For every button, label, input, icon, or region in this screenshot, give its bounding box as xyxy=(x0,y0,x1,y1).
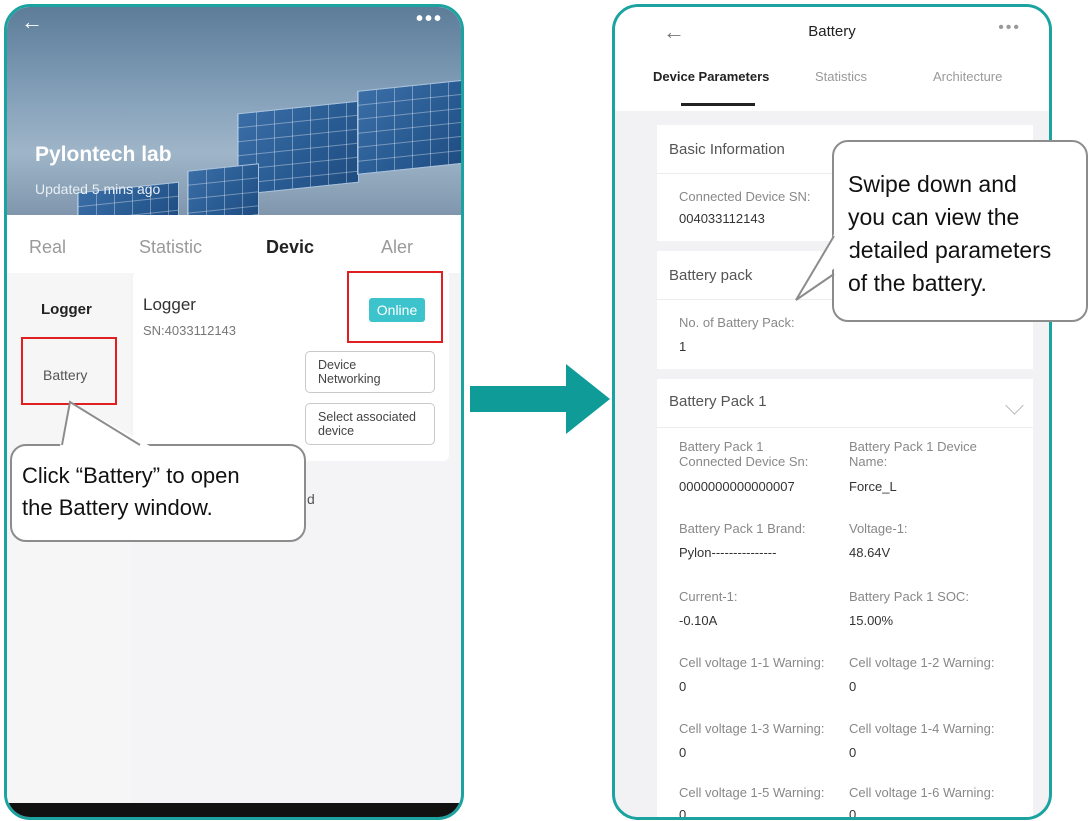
field-value: -0.10A xyxy=(679,613,718,628)
field-label: Battery Pack 1 SOC: xyxy=(849,589,969,604)
field-value: 004033112143 xyxy=(679,211,765,226)
section-heading: Basic Information xyxy=(669,141,785,158)
chevron-down-icon[interactable] xyxy=(1005,396,1024,415)
field-value: 0000000000000007 xyxy=(679,479,795,494)
more-options-icon[interactable]: ••• xyxy=(998,19,1021,37)
field-label: Cell voltage 1-6 Warning: xyxy=(849,785,995,800)
field-label: No. of Battery Pack: xyxy=(679,315,795,330)
field-label: Battery Pack 1 Connected Device Sn: xyxy=(679,439,809,469)
field-label: Battery Pack 1 Device Name: xyxy=(849,439,977,469)
field-value: 48.64V xyxy=(849,545,891,560)
site-hero-image: ← ••• Pylontech lab Updated 5 mins ago xyxy=(7,7,461,215)
field-value: Force_L xyxy=(849,479,897,494)
tab-real[interactable]: Real xyxy=(29,237,66,258)
field-label: Voltage-1: xyxy=(849,521,908,536)
device-name: Logger xyxy=(143,295,196,314)
callout-left-pointer xyxy=(60,400,150,446)
battery-pack-1-section: Battery Pack 1 Battery Pack 1 Connected … xyxy=(657,379,1033,820)
callout-right-pointer xyxy=(795,234,854,301)
solar-panel-image xyxy=(357,79,461,175)
select-associated-device-button[interactable]: Select associated device xyxy=(305,403,435,445)
field-label: Cell voltage 1-3 Warning: xyxy=(679,721,825,736)
field-label: Connected Device SN: xyxy=(679,189,811,204)
online-highlight-box xyxy=(347,271,443,343)
field-value: 0 xyxy=(679,679,687,694)
solar-panel-image xyxy=(187,163,259,215)
field-value: 0 xyxy=(679,745,687,760)
bottom-bar xyxy=(7,803,461,817)
device-tabs: Real Statistic Devic Aler xyxy=(7,215,461,276)
page-title: Battery xyxy=(808,23,856,40)
tab-statistic[interactable]: Statistic xyxy=(139,237,202,258)
more-options-icon[interactable]: ••• xyxy=(416,9,443,29)
field-label: Cell voltage 1-2 Warning: xyxy=(849,655,995,670)
field-label: Cell voltage 1-5 Warning: xyxy=(679,785,825,800)
active-tab-indicator xyxy=(681,103,755,106)
next-step-arrow-icon xyxy=(470,364,610,434)
tab-statistics[interactable]: Statistics xyxy=(815,69,867,84)
field-value: 1 xyxy=(679,339,687,354)
partial-text: d xyxy=(307,491,315,507)
divider xyxy=(657,427,1033,428)
field-label: Current-1: xyxy=(679,589,738,604)
tab-alerts[interactable]: Aler xyxy=(381,237,413,258)
field-value: Pylon--------------- xyxy=(679,545,777,560)
device-networking-button[interactable]: Device Networking xyxy=(305,351,435,393)
section-heading[interactable]: Battery Pack 1 xyxy=(669,393,767,410)
field-value: 0 xyxy=(849,807,857,820)
battery-highlight-box xyxy=(21,337,117,405)
section-heading: Battery pack xyxy=(669,267,753,284)
device-serial: SN:4033112143 xyxy=(143,323,237,338)
callout-left-text: Click “Battery” to open the Battery wind… xyxy=(22,463,240,520)
sidebar-item-logger[interactable]: Logger xyxy=(41,301,92,318)
battery-header: ← Battery ••• Device Parameters Statisti… xyxy=(615,7,1049,111)
site-updated-time: Updated 5 mins ago xyxy=(35,181,161,197)
field-value: 0 xyxy=(849,679,857,694)
field-label: Cell voltage 1-4 Warning: xyxy=(849,721,995,736)
field-value: 0 xyxy=(679,807,687,820)
tab-device-parameters[interactable]: Device Parameters xyxy=(653,69,769,84)
field-label: Cell voltage 1-1 Warning: xyxy=(679,655,825,670)
back-arrow-icon[interactable]: ← xyxy=(21,11,43,33)
field-label: Battery Pack 1 Brand: xyxy=(679,521,806,536)
callout-right-text: Swipe down and you can view the detailed… xyxy=(848,171,1052,296)
tab-device[interactable]: Devic xyxy=(266,237,314,258)
tab-architecture[interactable]: Architecture xyxy=(933,69,1002,84)
field-value: 0 xyxy=(849,745,857,760)
phone-right-screen: ← Battery ••• Device Parameters Statisti… xyxy=(612,4,1052,820)
callout-left: Click “Battery” to open the Battery wind… xyxy=(10,444,306,542)
field-value: 15.00% xyxy=(849,613,894,628)
callout-right: Swipe down and you can view the detailed… xyxy=(832,140,1088,322)
site-name: Pylontech lab xyxy=(35,143,172,166)
